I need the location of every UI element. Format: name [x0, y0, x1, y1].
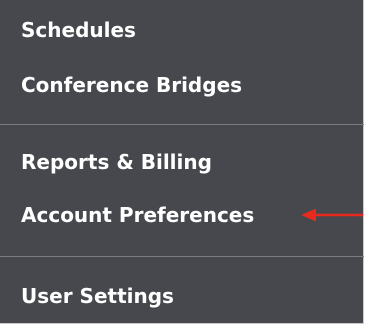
dropdown-menu: Schedules Conference Bridges Reports & B…: [0, 0, 364, 324]
menu-item-schedules[interactable]: Schedules: [21, 18, 136, 42]
menu-divider: [0, 256, 364, 257]
menu-divider: [0, 124, 364, 125]
menu-item-reports-billing[interactable]: Reports & Billing: [21, 150, 212, 174]
menu-item-conference-bridges[interactable]: Conference Bridges: [21, 73, 242, 97]
menu-item-account-preferences[interactable]: Account Preferences: [21, 203, 254, 227]
arrow-left-icon: [301, 208, 363, 222]
menu-item-user-settings[interactable]: User Settings: [21, 284, 174, 308]
